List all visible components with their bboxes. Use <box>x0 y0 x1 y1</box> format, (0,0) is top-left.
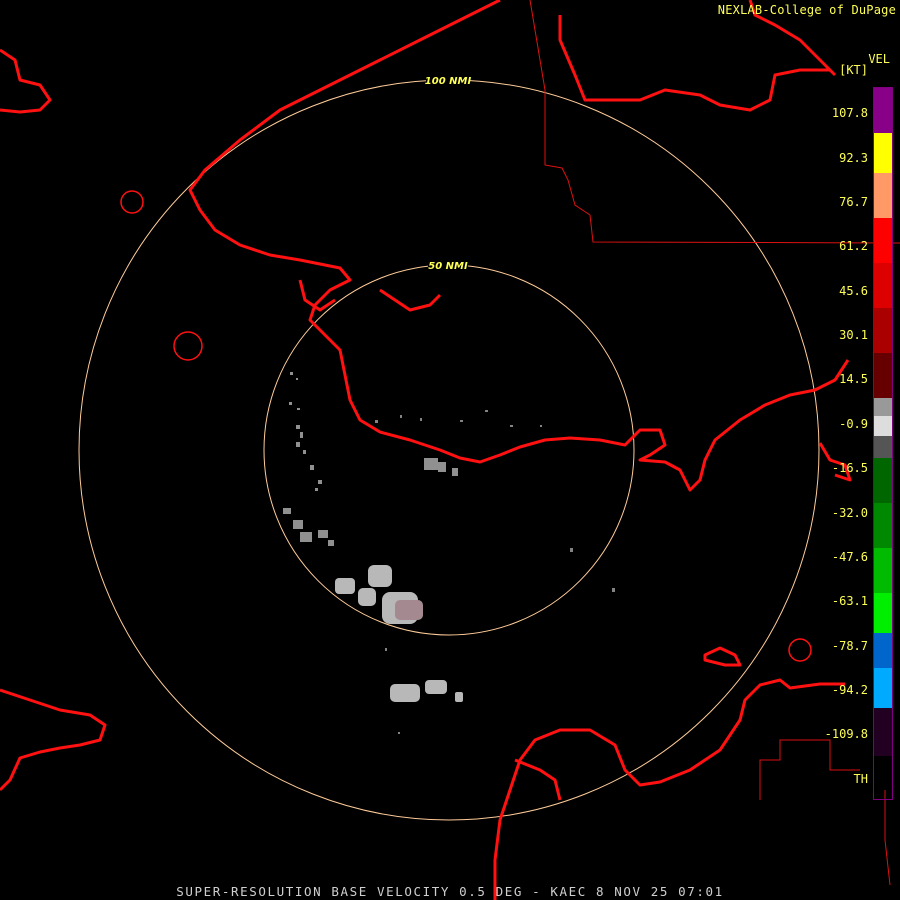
velocity-color-scale <box>873 87 893 800</box>
legend-value-76.7: 76.7 <box>839 195 868 209</box>
range-ring-50 <box>263 264 635 636</box>
legend-th-label: TH <box>853 772 868 786</box>
legend-value-45.6: 45.6 <box>839 284 868 298</box>
credit-text: NEXLAB-College of DuPage <box>717 3 896 17</box>
legend-unit: [KT] <box>839 63 868 77</box>
legend-value--63.1: -63.1 <box>831 594 868 608</box>
legend-value--78.7: -78.7 <box>831 639 868 653</box>
legend-value--32.0: -32.0 <box>831 506 868 520</box>
legend-value-92.3: 92.3 <box>839 151 868 165</box>
legend-value--94.2: -94.2 <box>831 683 868 697</box>
legend-value-61.2: 61.2 <box>839 239 868 253</box>
radar-map: 100 NMI 50 NMI <box>0 0 900 900</box>
legend-value-14.5: 14.5 <box>839 372 868 386</box>
legend-value--16.5: -16.5 <box>831 461 868 475</box>
legend-value-107.8: 107.8 <box>831 106 868 120</box>
legend-value--47.6: -47.6 <box>831 550 868 564</box>
radar-echoes <box>283 372 615 734</box>
ring-label-50: 50 NMI <box>428 261 468 272</box>
coastlines <box>0 0 852 900</box>
legend-value--109.8: -109.8 <box>824 727 868 741</box>
ring-label-100: 100 NMI <box>425 76 472 87</box>
legend-value--0.9: -0.9 <box>839 417 868 431</box>
legend-value-30.1: 30.1 <box>839 328 868 342</box>
product-footer: SUPER-RESOLUTION BASE VELOCITY 0.5 DEG -… <box>176 884 724 899</box>
